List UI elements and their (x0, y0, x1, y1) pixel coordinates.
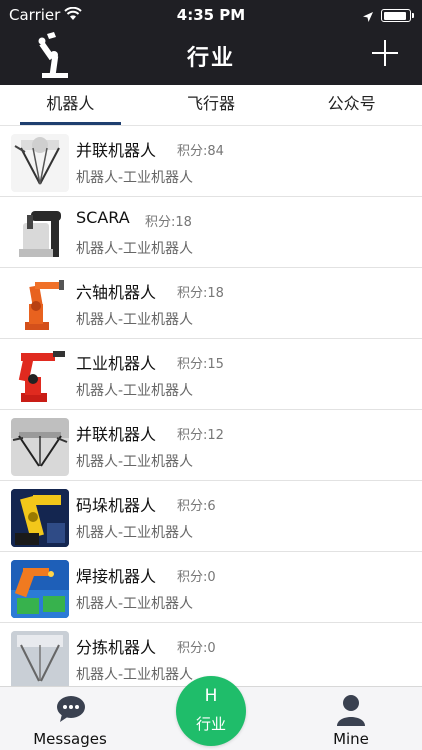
tab-robots[interactable]: 机器人 (0, 85, 141, 125)
item-title: 焊接机器人 (76, 567, 157, 586)
user-icon (337, 694, 365, 730)
item-score: 积分:12 (177, 428, 224, 443)
item-title: 分拣机器人 (76, 638, 157, 657)
item-category: 机器人-工业机器人 (76, 454, 194, 470)
item-category: 机器人-工业机器人 (76, 596, 194, 612)
list-item[interactable]: 工业机器人 积分:15 机器人-工业机器人 (0, 339, 422, 410)
item-category: 机器人-工业机器人 (76, 383, 194, 399)
list-item[interactable]: 焊接机器人 积分:0 机器人-工业机器人 (0, 552, 422, 623)
delta-robot-gray-thumbnail (11, 418, 69, 476)
list-item[interactable]: 并联机器人 积分:84 机器人-工业机器人 (0, 126, 422, 197)
top-bar: Carrier 4:35 PM 行业 (0, 0, 422, 85)
item-category: 机器人-工业机器人 (76, 241, 194, 257)
location-arrow-icon (362, 8, 374, 27)
category-tabs: 机器人 飞行器 公众号 (0, 85, 422, 126)
sorting-robot-thumbnail (11, 631, 69, 686)
item-score: 积分:15 (177, 357, 224, 372)
item-score: 积分:6 (177, 499, 216, 514)
messages-label: Messages (33, 730, 107, 748)
battery-icon (381, 9, 414, 22)
item-score: 积分:84 (177, 144, 224, 159)
industry-list: 并联机器人 积分:84 机器人-工业机器人 SCARA 积分:18 机器人-工业… (0, 126, 422, 686)
item-category: 机器人-工业机器人 (76, 170, 194, 186)
tab-public-accounts[interactable]: 公众号 (281, 85, 422, 125)
mine-label: Mine (333, 730, 369, 748)
welding-robot-thumbnail (11, 560, 69, 618)
industrial-robot-thumbnail (11, 347, 69, 405)
item-score: 积分:18 (177, 286, 224, 301)
tab-aircraft[interactable]: 飞行器 (141, 85, 282, 125)
list-item[interactable]: 码垛机器人 积分:6 机器人-工业机器人 (0, 481, 422, 552)
add-icon[interactable] (372, 40, 398, 66)
industry-center-button[interactable]: H 行业 (176, 676, 246, 746)
list-item[interactable]: SCARA 积分:18 机器人-工业机器人 (0, 197, 422, 268)
page-title: 行业 (186, 46, 235, 71)
list-item[interactable]: 并联机器人 积分:12 机器人-工业机器人 (0, 410, 422, 481)
center-button-label: 行业 (195, 715, 226, 733)
item-title: 码垛机器人 (76, 496, 157, 515)
item-category: 机器人-工业机器人 (76, 667, 194, 683)
battery-level (383, 11, 407, 20)
item-title: SCARA (76, 208, 130, 227)
item-score: 积分:18 (145, 215, 192, 230)
palletizing-robot-thumbnail (11, 489, 69, 547)
delta-robot-thumbnail (11, 134, 69, 192)
item-title: 六轴机器人 (76, 283, 157, 302)
item-category: 机器人-工业机器人 (76, 525, 194, 541)
item-title: 工业机器人 (76, 354, 157, 373)
list-item[interactable]: 六轴机器人 积分:18 机器人-工业机器人 (0, 268, 422, 339)
item-title: 并联机器人 (76, 141, 157, 160)
chat-bubble-icon (56, 695, 86, 727)
item-score: 积分:0 (177, 570, 216, 585)
center-button-letter: H (204, 686, 218, 706)
item-category: 机器人-工业机器人 (76, 312, 194, 328)
item-score: 积分:0 (177, 641, 216, 656)
scara-robot-thumbnail (11, 205, 69, 263)
six-axis-robot-thumbnail (11, 276, 69, 334)
item-title: 并联机器人 (76, 425, 157, 444)
clock: 4:35 PM (176, 6, 246, 24)
status-bar: Carrier 4:35 PM (0, 0, 422, 30)
